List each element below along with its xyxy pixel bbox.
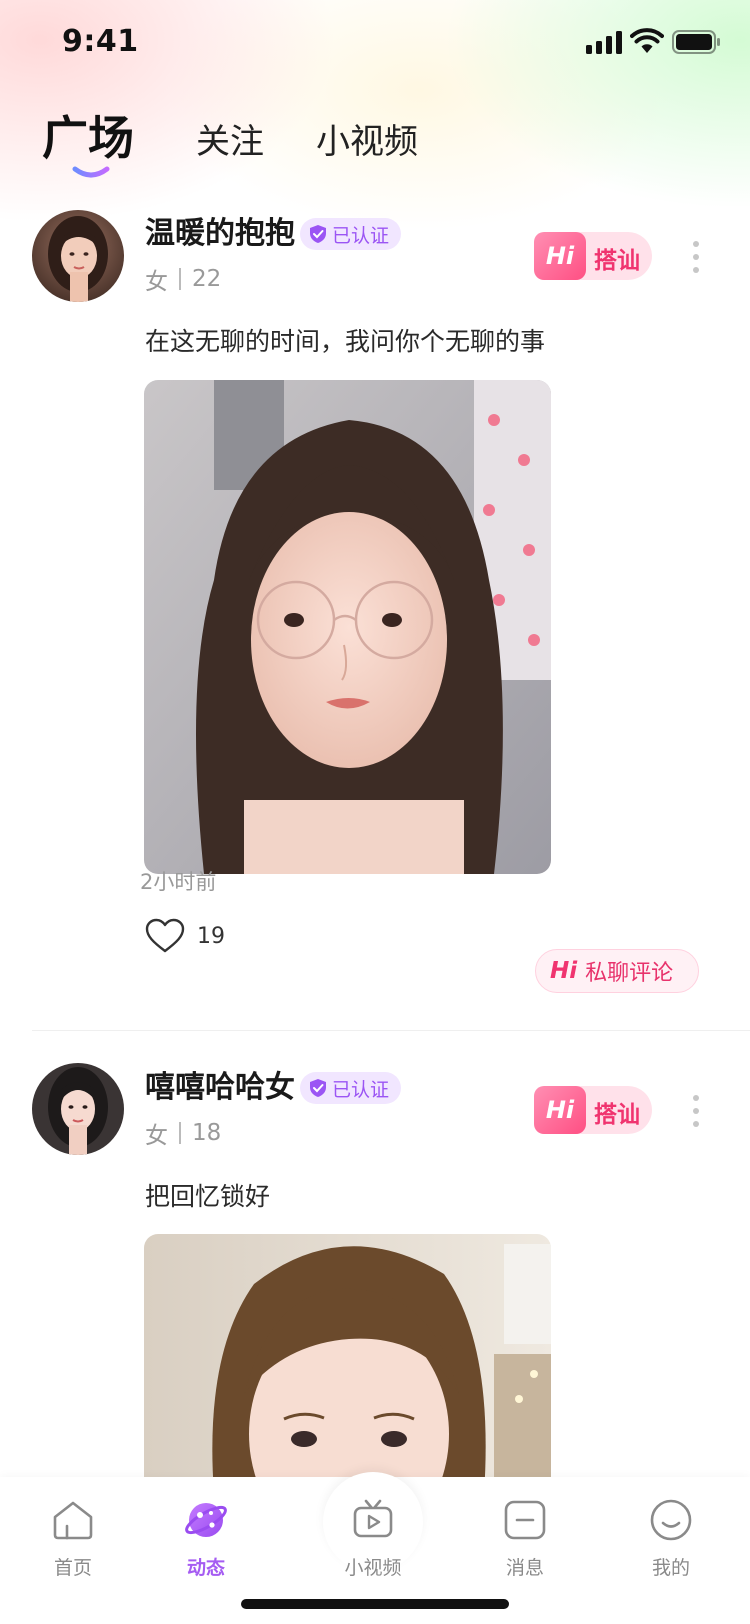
shield-check-icon: [310, 1079, 326, 1097]
tab-square[interactable]: 广场: [42, 102, 134, 168]
gender: 女: [145, 1123, 168, 1149]
username[interactable]: 嘻嘻哈哈女: [145, 1062, 295, 1106]
avatar[interactable]: [32, 1063, 124, 1155]
hi-badge: Hi: [534, 232, 586, 280]
verified-label: 已认证: [332, 224, 390, 247]
post-text: 把回忆锁好: [145, 1182, 271, 1211]
tab-label: 小视频: [344, 1557, 402, 1579]
greet-label: 搭讪: [594, 248, 640, 274]
post-photo[interactable]: [144, 380, 551, 874]
like-button[interactable]: 19: [145, 918, 225, 954]
tab-label: 首页: [53, 1557, 92, 1579]
private-comment-button[interactable]: Hi 私聊评论: [535, 949, 699, 993]
private-comment-label: 私聊评论: [585, 961, 674, 986]
age: 22: [192, 266, 222, 292]
meta-separator: [179, 268, 181, 290]
status-bar: 9:41: [0, 0, 750, 88]
user-meta: 女 22: [145, 262, 221, 296]
greet-button[interactable]: Hi 搭讪: [534, 232, 652, 280]
tab-me[interactable]: 我的: [621, 1497, 721, 1580]
greet-label: 搭讪: [594, 1102, 640, 1128]
shield-check-icon: [310, 225, 326, 243]
like-count: 19: [197, 923, 225, 949]
tab-moments[interactable]: 动态: [156, 1497, 256, 1580]
post-divider: [32, 1030, 750, 1031]
heart-icon: [145, 918, 185, 953]
wifi-icon: [630, 28, 664, 53]
hi-icon: Hi: [550, 958, 578, 984]
tab-following[interactable]: 关注: [196, 114, 264, 163]
tab-label: 消息: [505, 1557, 544, 1579]
greet-button[interactable]: Hi 搭讪: [534, 1086, 652, 1134]
verified-badge: 已认证: [300, 1072, 402, 1104]
verified-label: 已认证: [332, 1078, 390, 1101]
meta-separator: [179, 1122, 181, 1144]
tab-messages[interactable]: 消息: [475, 1497, 575, 1580]
cellular-signal-icon: [586, 30, 624, 54]
post-time: 2小时前: [140, 870, 217, 894]
username[interactable]: 温暖的抱抱: [145, 208, 295, 252]
smile-icon: [650, 1499, 692, 1541]
message-icon: [504, 1500, 546, 1540]
hi-badge: Hi: [534, 1086, 586, 1134]
user-meta: 女 18: [145, 1116, 221, 1150]
battery-icon: [672, 30, 720, 54]
more-options-icon[interactable]: [690, 1094, 702, 1128]
post-text: 在这无聊的时间，我问你个无聊的事: [145, 327, 546, 356]
status-time: 9:41: [62, 24, 139, 59]
tab-label: 动态: [186, 1557, 225, 1579]
post-photo[interactable]: [144, 1234, 551, 1494]
home-indicator: [241, 1599, 509, 1609]
tab-home[interactable]: 首页: [23, 1497, 123, 1580]
top-tabs: 广场 关注 小视频: [0, 100, 750, 190]
home-icon: [53, 1501, 93, 1540]
planet-icon: [185, 1503, 227, 1537]
tab-label: 我的: [651, 1557, 690, 1579]
age: 18: [192, 1120, 222, 1146]
tab-short-video[interactable]: 小视频: [316, 114, 418, 163]
tab-short-video-center[interactable]: 小视频: [323, 1497, 423, 1580]
verified-badge: 已认证: [300, 218, 402, 250]
active-tab-indicator: [72, 166, 110, 178]
more-options-icon[interactable]: [690, 240, 702, 274]
avatar[interactable]: [32, 210, 124, 302]
gender: 女: [145, 269, 168, 295]
tv-play-icon: [353, 1499, 393, 1538]
